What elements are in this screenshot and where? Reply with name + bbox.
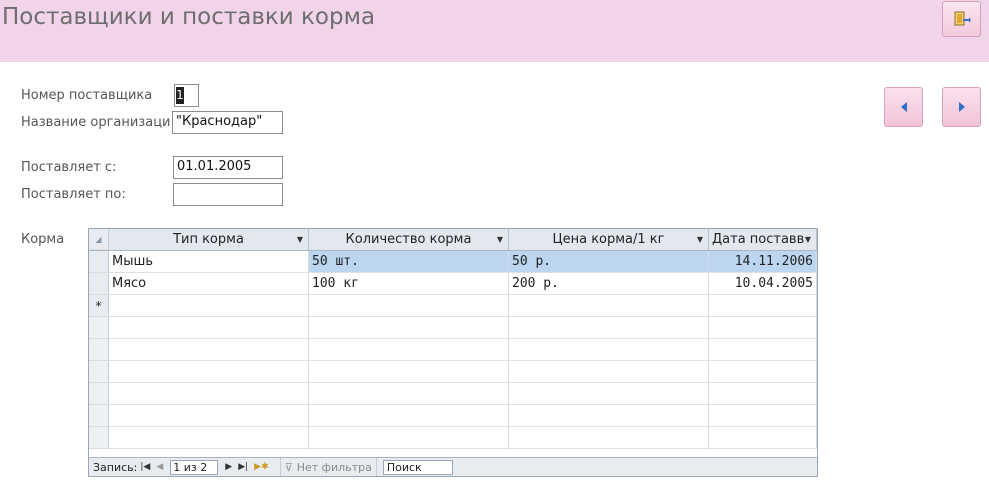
cell-feed-type[interactable]: Мясо [109, 273, 309, 295]
organization-field[interactable]: "Краснодар" [172, 111, 283, 134]
empty-cell [509, 383, 709, 405]
triangle-right-icon [958, 102, 965, 112]
search-input[interactable]: Поиск [382, 459, 453, 475]
current-record-field[interactable]: 1 из 2 [170, 459, 219, 475]
exit-door-icon [954, 11, 971, 26]
empty-cell [109, 361, 309, 383]
empty-row [89, 383, 817, 405]
cell-date[interactable]: 10.04.2005 [709, 273, 817, 295]
form-title: Поставщики и поставки корма [2, 4, 376, 30]
cell-date[interactable]: 14.11.2006 [709, 251, 817, 273]
empty-cell [109, 317, 309, 339]
empty-cell [709, 339, 817, 361]
last-record-icon[interactable]: ▶| [235, 462, 251, 472]
empty-cell [709, 405, 817, 427]
row-selector-blank [89, 405, 109, 427]
empty-cell [309, 361, 509, 383]
empty-cell [309, 427, 509, 449]
supplier-number-value: 1 [176, 87, 184, 104]
table-row[interactable]: Мясо 100 кг 200 р. 10.04.2005 [89, 273, 817, 295]
table-row[interactable]: Мышь 50 шт. 50 р. 14.11.2006 [89, 251, 817, 273]
column-header-date[interactable]: Дата поставв ▼ [709, 229, 817, 250]
datasheet-header: ◢ Тип корма ▼ Количество корма ▼ Цена ко… [89, 229, 817, 251]
column-header-feed-type[interactable]: Тип корма ▼ [109, 229, 309, 250]
empty-row [89, 427, 817, 449]
supplier-number-label: Номер поставщика [21, 88, 153, 103]
empty-cell [509, 427, 709, 449]
row-selector[interactable] [89, 251, 109, 273]
empty-cell [309, 317, 509, 339]
row-selector[interactable] [89, 273, 109, 295]
column-header-quantity[interactable]: Количество корма ▼ [309, 229, 509, 250]
empty-cell [309, 339, 509, 361]
triangle-left-icon [900, 102, 907, 112]
record-navigation-bar: Запись: |◀ ◀ 1 из 2 ▶ ▶| ▶✱ ⊽ Нет фильтр… [89, 457, 817, 476]
row-selector-blank [89, 361, 109, 383]
row-selector-blank [89, 339, 109, 361]
sort-arrow-icon[interactable]: ▼ [497, 229, 503, 250]
sort-arrow-icon[interactable]: ▼ [297, 229, 303, 250]
empty-cell [109, 405, 309, 427]
subform-label: Корма [21, 232, 65, 247]
empty-cell [109, 339, 309, 361]
sort-arrow-icon[interactable]: ▼ [697, 229, 703, 250]
first-record-icon[interactable]: |◀ [137, 462, 153, 472]
cell-price[interactable]: 50 р. [509, 251, 709, 273]
new-record-marker: * [89, 295, 109, 317]
empty-cell [509, 405, 709, 427]
record-label: Запись: [93, 460, 138, 474]
supplies-to-label: Поставляет по: [21, 187, 126, 202]
new-record-row[interactable]: * [89, 295, 817, 317]
column-header-label: Цена корма/1 кг [552, 232, 665, 247]
next-record-button[interactable] [942, 87, 981, 127]
organization-label: Название организаци [21, 115, 171, 130]
filter-toggle[interactable]: ⊽ Нет фильтра [279, 458, 377, 476]
close-form-button[interactable] [942, 1, 981, 37]
feed-datasheet: ◢ Тип корма ▼ Количество корма ▼ Цена ко… [88, 228, 818, 477]
empty-cell [709, 317, 817, 339]
supplies-from-field[interactable]: 01.01.2005 [173, 156, 283, 179]
cell-quantity[interactable]: 50 шт. [309, 251, 509, 273]
empty-cell [709, 361, 817, 383]
select-all-corner[interactable]: ◢ [89, 229, 109, 250]
cell-date[interactable] [709, 295, 817, 317]
row-selector-blank [89, 427, 109, 449]
empty-cell [509, 361, 709, 383]
supplier-number-field[interactable]: 1 [174, 84, 199, 107]
form-header: Поставщики и поставки корма [0, 0, 989, 62]
cell-feed-type[interactable]: Мышь [109, 251, 309, 273]
empty-cell [109, 383, 309, 405]
cell-price[interactable]: 200 р. [509, 273, 709, 295]
empty-row [89, 361, 817, 383]
empty-cell [709, 427, 817, 449]
column-header-price[interactable]: Цена корма/1 кг ▼ [509, 229, 709, 250]
empty-cell [309, 405, 509, 427]
empty-cell [109, 427, 309, 449]
cell-quantity[interactable] [309, 295, 509, 317]
column-header-label: Дата поставв [712, 232, 805, 247]
cell-quantity[interactable]: 100 кг [309, 273, 509, 295]
empty-row [89, 339, 817, 361]
filter-icon: ⊽ [284, 460, 293, 474]
row-selector-blank [89, 317, 109, 339]
next-record-icon[interactable]: ▶ [222, 462, 235, 472]
previous-record-button[interactable] [884, 87, 923, 127]
empty-cell [309, 383, 509, 405]
cell-price[interactable] [509, 295, 709, 317]
empty-row [89, 317, 817, 339]
new-record-icon[interactable]: ▶✱ [251, 462, 271, 472]
cell-feed-type[interactable] [109, 295, 309, 317]
empty-cell [709, 383, 817, 405]
column-header-label: Тип корма [173, 232, 244, 247]
filter-label: Нет фильтра [296, 460, 372, 474]
column-header-label: Количество корма [345, 232, 472, 247]
empty-cell [509, 317, 709, 339]
row-selector-blank [89, 383, 109, 405]
empty-cell [509, 339, 709, 361]
empty-row [89, 405, 817, 427]
supplies-from-label: Поставляет с: [21, 160, 117, 175]
supplies-to-field[interactable] [173, 183, 283, 206]
prev-record-icon[interactable]: ◀ [153, 462, 166, 472]
sort-arrow-icon[interactable]: ▼ [805, 229, 811, 250]
